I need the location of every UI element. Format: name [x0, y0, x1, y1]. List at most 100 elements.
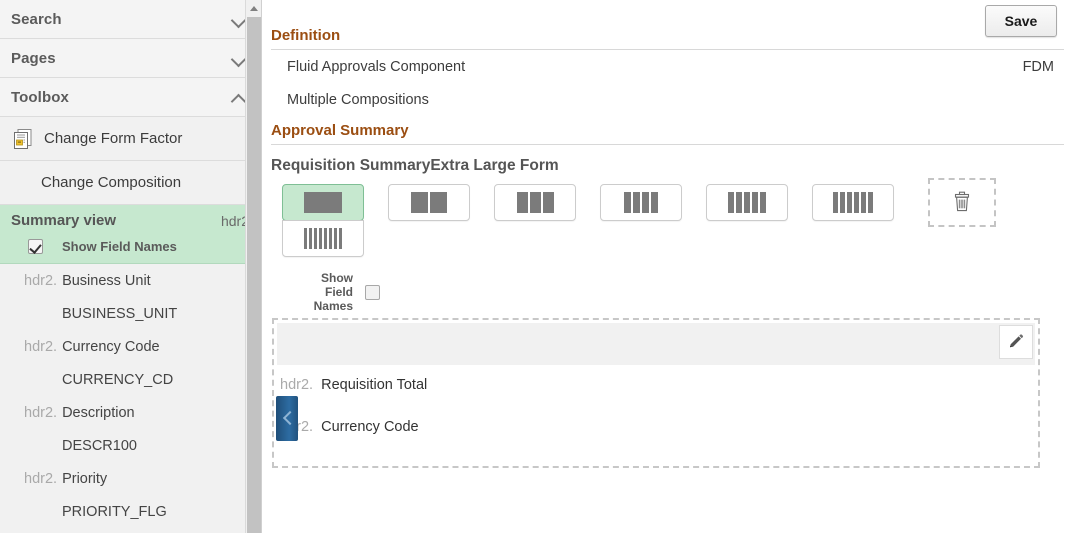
edit-layout-button[interactable] — [999, 325, 1033, 359]
layout-segment — [309, 228, 312, 249]
main-content: Save Definition Fluid Approvals Componen… — [262, 0, 1067, 533]
layout-segment — [854, 192, 859, 213]
layout-segment — [752, 192, 758, 213]
sidebar-section-search[interactable]: Search — [0, 0, 261, 39]
field-label: DESCR100 — [62, 437, 137, 454]
tool-change-form-factor[interactable]: Change Form Factor — [0, 117, 261, 161]
field-label: Currency Code — [321, 419, 419, 435]
summary-show-field-names-label: Show Field Names — [62, 239, 177, 254]
layout-4-column-button[interactable] — [600, 184, 682, 221]
layout-segment — [868, 192, 873, 213]
layout-segment — [760, 192, 766, 213]
layout-cell-1 — [282, 184, 388, 257]
sidebar-scrollbar[interactable] — [245, 0, 261, 533]
field-prefix: hdr2. — [280, 377, 314, 393]
delete-drop-target[interactable] — [928, 178, 996, 227]
scroll-up-arrow-icon[interactable] — [246, 0, 261, 16]
field-prefix: hdr2. — [24, 404, 58, 421]
layout-segment — [529, 192, 541, 213]
list-item[interactable]: PRIORITY_FLG — [0, 495, 261, 528]
definition-row-label: Multiple Compositions — [287, 91, 429, 108]
save-button[interactable]: Save — [985, 5, 1057, 37]
field-prefix: hdr2. — [24, 272, 58, 289]
layout-many-column-button[interactable] — [282, 220, 364, 257]
field-label: CURRENCY_CD — [62, 371, 174, 388]
field-label: Priority — [62, 470, 108, 487]
sidebar-section-pages[interactable]: Pages — [0, 39, 261, 78]
layout-segment — [339, 228, 342, 249]
definition-row-component[interactable]: Fluid Approvals Component FDM — [262, 50, 1067, 83]
show-field-names-checkbox[interactable] — [365, 284, 380, 300]
list-item[interactable]: hdr2. Description — [0, 396, 261, 429]
definition-heading: Definition — [271, 27, 341, 44]
layout-2-column-button[interactable] — [388, 184, 470, 221]
sidebar-section-label: Search — [11, 10, 62, 28]
layout-segment — [304, 228, 307, 249]
layout-segment — [319, 228, 322, 249]
sidebar-section-toolbox[interactable]: Toolbox — [0, 78, 261, 117]
list-item[interactable]: hdr2. Priority — [0, 462, 261, 495]
list-item[interactable]: BUSINESS_UNIT — [0, 297, 261, 330]
field-label: Requisition Total — [321, 377, 428, 393]
sidebar-field-list: hdr2. Business Unit BUSINESS_UNIT hdr2. … — [0, 264, 261, 528]
layout-segment — [411, 192, 428, 213]
layout-segment — [847, 192, 852, 213]
field-label: Description — [62, 404, 135, 421]
layout-segment — [516, 192, 528, 213]
layout-button-row — [282, 178, 1067, 257]
tool-change-composition[interactable]: Change Composition — [0, 161, 261, 205]
summary-show-field-names-checkbox[interactable] — [28, 239, 43, 254]
approval-summary-heading: Approval Summary — [271, 122, 409, 139]
tool-label: Change Form Factor — [44, 130, 183, 147]
layout-cell-5 — [706, 184, 812, 221]
form-factor-icon — [14, 128, 32, 149]
list-item[interactable]: hdr2. Currency Code — [0, 330, 261, 363]
sidebar-scroll-content: Search Pages Toolbox Change Form Factor … — [0, 0, 261, 533]
summary-view-title: Summary view — [11, 212, 117, 229]
layout-segment — [334, 228, 337, 249]
layout-1-column-button[interactable] — [282, 184, 364, 221]
layout-cell-6 — [812, 184, 918, 221]
definition-row-label: Fluid Approvals Component — [287, 58, 466, 75]
field-prefix: hdr2. — [24, 338, 58, 355]
layout-segment — [304, 192, 342, 213]
layout-segment — [542, 192, 554, 213]
pencil-icon — [1010, 334, 1024, 348]
show-field-names-label: Show Field Names — [291, 271, 353, 313]
drop-zone-field-row[interactable]: hdr2. Currency Code — [280, 419, 419, 435]
field-label: Business Unit — [62, 272, 151, 289]
layout-cell-2 — [388, 184, 494, 221]
list-item[interactable]: hdr2. Business Unit — [0, 264, 261, 297]
drop-zone-field-row[interactable]: hdr2. Requisition Total — [280, 377, 427, 393]
layout-segment — [840, 192, 845, 213]
summary-show-field-names-row[interactable]: Show Field Names — [11, 239, 249, 254]
summary-view-header: Summary view hdr2 — [11, 212, 249, 229]
layout-cell-4 — [600, 184, 706, 221]
layout-segment — [633, 192, 640, 213]
scrollbar-thumb[interactable] — [247, 17, 261, 533]
field-label: BUSINESS_UNIT — [62, 305, 178, 322]
layout-6-column-button[interactable] — [812, 184, 894, 221]
layout-5-column-button[interactable] — [706, 184, 788, 221]
field-prefix: hdr2. — [24, 470, 58, 487]
tool-label: Change Composition — [41, 174, 182, 191]
collapse-panel-tab[interactable] — [276, 396, 298, 441]
layout-3-column-button[interactable] — [494, 184, 576, 221]
layout-segment — [833, 192, 838, 213]
layout-segment — [728, 192, 734, 213]
show-field-names-label-line1: Show Field — [321, 271, 353, 299]
list-item[interactable]: DESCR100 — [0, 429, 261, 462]
left-sidebar: Search Pages Toolbox Change Form Factor … — [0, 0, 262, 533]
layout-segment — [861, 192, 866, 213]
field-label: Currency Code — [62, 338, 160, 355]
list-item[interactable]: CURRENCY_CD — [0, 363, 261, 396]
layout-segment — [736, 192, 742, 213]
trash-icon — [954, 191, 970, 211]
layout-segment — [624, 192, 631, 213]
sidebar-section-label: Toolbox — [11, 88, 69, 106]
definition-row-compositions[interactable]: Multiple Compositions — [262, 83, 1067, 116]
form-drop-zone[interactable]: hdr2. Requisition Total hdr2. Currency C… — [272, 318, 1040, 468]
show-field-names-row[interactable]: Show Field Names — [282, 271, 1067, 313]
summary-view-panel[interactable]: Summary view hdr2 Show Field Names — [0, 205, 261, 264]
layout-segment — [329, 228, 332, 249]
